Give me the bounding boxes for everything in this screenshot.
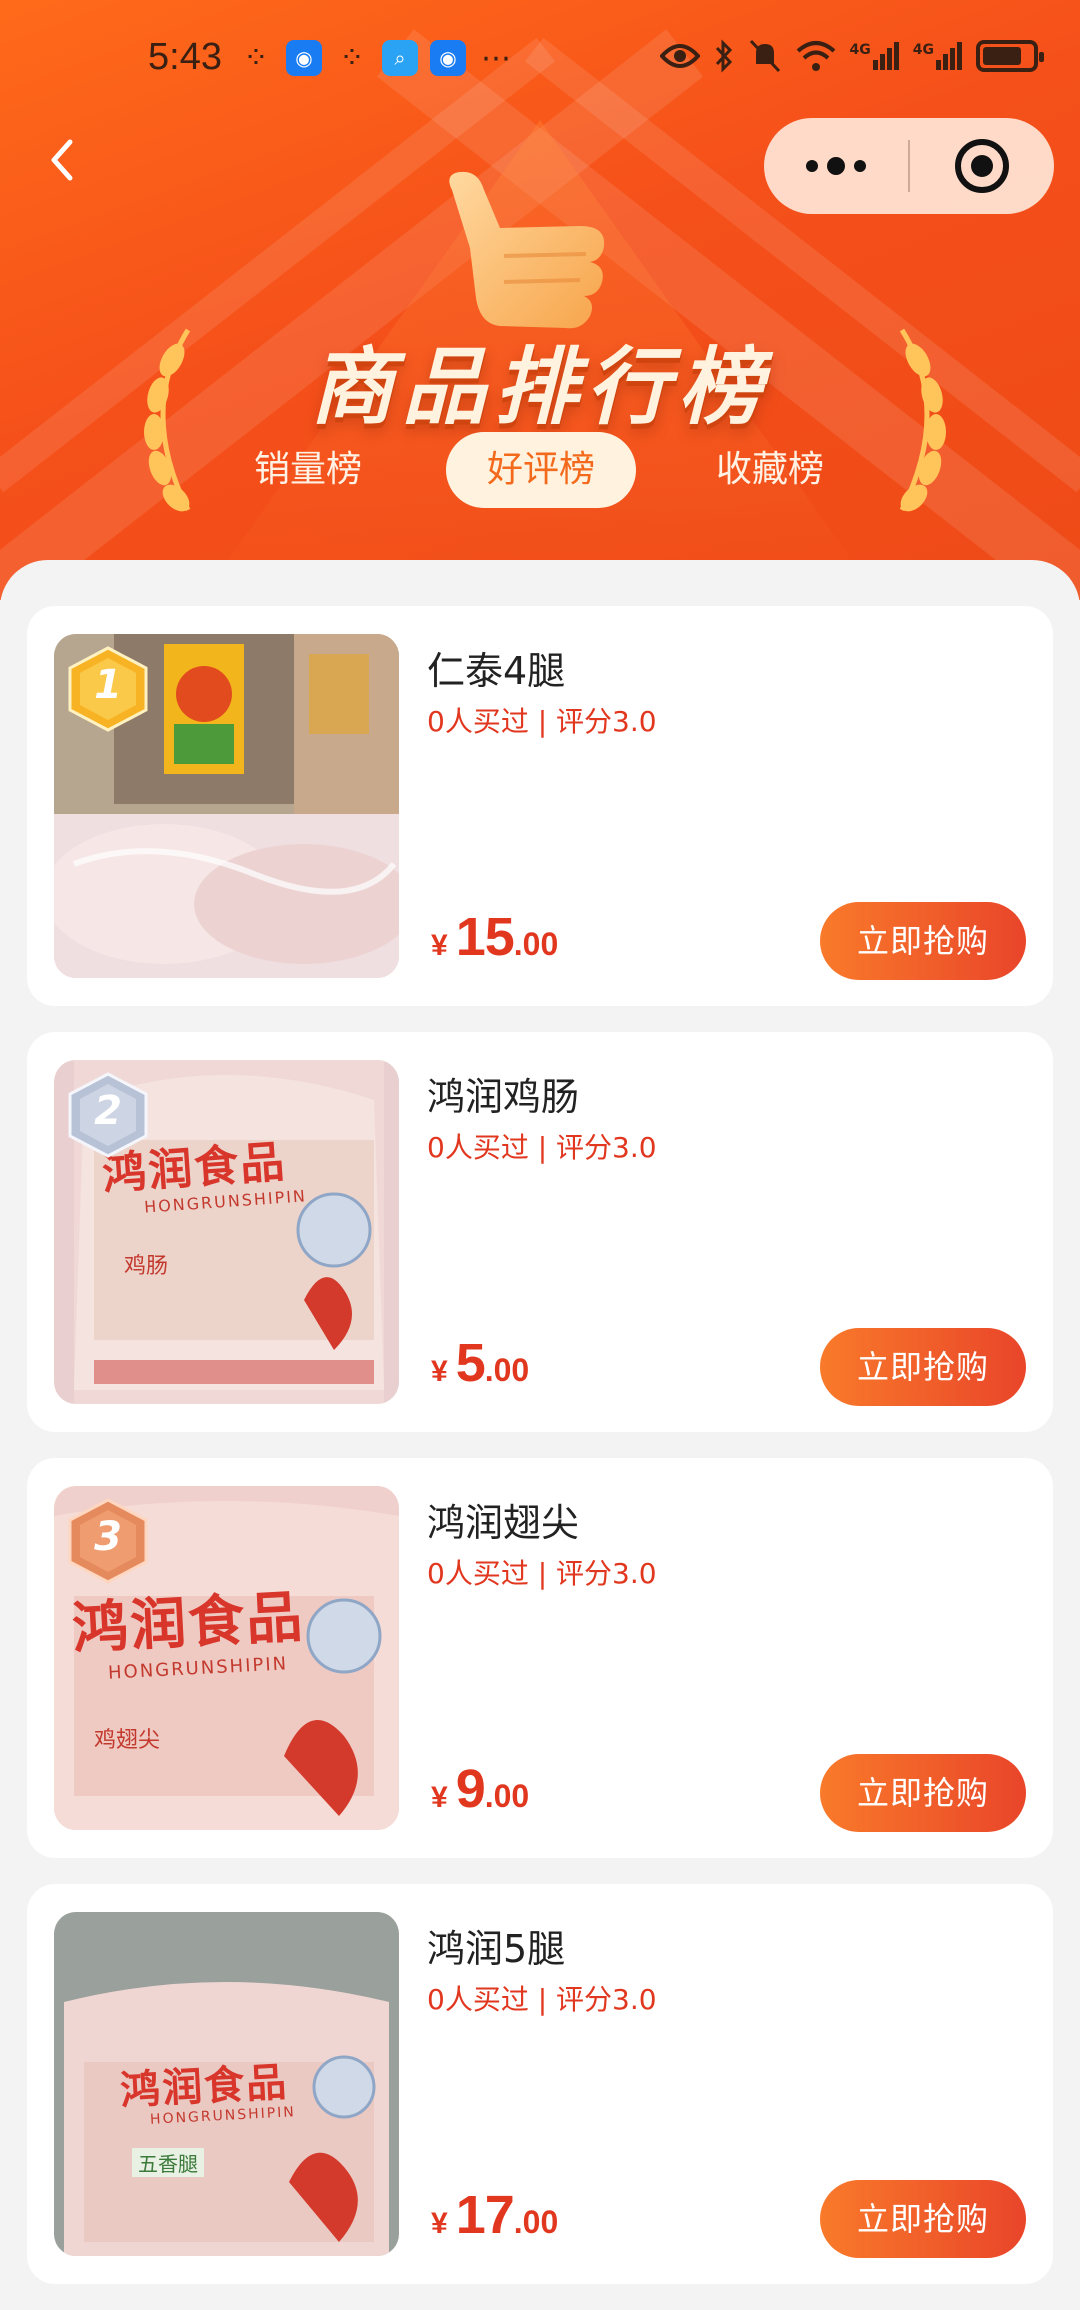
product-image[interactable]: 鸿润食品 HONGRUNSHIPIN 鸡翅尖 3 — [54, 1486, 399, 1830]
price-integer: 5 — [455, 1333, 486, 1393]
product-image[interactable]: 鸿润食品 HONGRUNSHIPIN 五香腿 — [54, 1912, 399, 2256]
app-grid-icon: ⁘ — [339, 40, 365, 76]
price-currency: ¥ — [431, 1355, 448, 1388]
product-image[interactable]: 1 — [54, 634, 399, 978]
rank-number: 2 — [94, 1088, 122, 1134]
price-currency: ¥ — [431, 2207, 448, 2240]
price-decimal: .00 — [484, 1778, 530, 1814]
back-icon — [51, 139, 73, 181]
header-banner: 5:43 ⁘ ◉ ⁘ ⌕ ◉ ⋯ 4G 4G 商品排行榜 销量榜 好评榜 收藏榜 — [0, 0, 1080, 600]
product-title[interactable]: 仁泰4腿 — [427, 640, 565, 695]
product-stats: 0人买过 | 评分3.0 — [427, 1131, 657, 1164]
buy-now-button[interactable]: 立即抢购 — [820, 902, 1026, 980]
buy-now-button[interactable]: 立即抢购 — [820, 1754, 1026, 1832]
product-title[interactable]: 鸿润5腿 — [427, 1918, 565, 1973]
product-card[interactable]: 鸿润食品 HONGRUNSHIPIN 五香腿 鸿润5腿 0人买过 | 评分3.0… — [27, 1884, 1053, 2284]
thumbs-up-icon — [449, 171, 605, 329]
price-currency: ¥ — [431, 1781, 448, 1814]
network-type-label: 4G — [912, 42, 934, 58]
app-notification-icon: ◉ — [430, 40, 466, 76]
close-target-icon — [955, 139, 1009, 193]
product-price: ¥ 15 .00 — [431, 906, 558, 968]
price-currency: ¥ — [431, 929, 448, 962]
product-card[interactable]: 鸿润食品 HONGRUNSHIPIN 鸡翅尖 3 鸿润翅尖 0人买过 | 评分3… — [27, 1458, 1053, 1858]
rank-number: 3 — [94, 1514, 122, 1560]
rank-number: 1 — [94, 662, 122, 708]
price-decimal: .00 — [513, 926, 559, 962]
wifi-icon — [796, 41, 835, 71]
product-stats: 0人买过 | 评分3.0 — [427, 1983, 657, 2016]
price-decimal: .00 — [513, 2204, 559, 2240]
package-item-label: 五香腿 — [132, 2148, 204, 2177]
price-integer: 9 — [455, 1759, 486, 1819]
product-price: ¥ 17 .00 — [431, 2184, 558, 2246]
product-card[interactable]: 鸿润食品 HONGRUNSHIPIN 鸡肠 2 鸿润鸡肠 0人买过 | 评分3.… — [27, 1032, 1053, 1432]
price-integer: 17 — [455, 2185, 515, 2245]
product-price: ¥ 9 .00 — [431, 1758, 529, 1820]
tab-sales-ranking[interactable]: 销量榜 — [228, 432, 388, 508]
product-stats: 0人买过 | 评分3.0 — [427, 1557, 657, 1590]
package-item-label: 鸡肠 — [124, 1254, 169, 1279]
network-type-label: 4G — [849, 42, 871, 58]
status-time: 5:43 — [148, 36, 222, 78]
product-list: 1 仁泰4腿 0人买过 | 评分3.0 ¥ 15 .00 立即抢购 鸿润食品 H… — [0, 560, 1080, 2310]
app-notification-icon: ◉ — [286, 40, 322, 76]
notification-icons: ⁘ ◉ ⁘ ⌕ ◉ ⋯ — [238, 40, 514, 76]
product-title[interactable]: 鸿润翅尖 — [427, 1492, 579, 1547]
product-image[interactable]: 鸿润食品 HONGRUNSHIPIN 鸡肠 2 — [54, 1060, 399, 1404]
tab-reviews-ranking[interactable]: 好评榜 — [446, 432, 636, 508]
price-decimal: .00 — [484, 1352, 530, 1388]
buy-now-button[interactable]: 立即抢购 — [820, 2180, 1026, 2258]
more-dots-icon — [806, 157, 866, 175]
battery-icon — [976, 40, 1044, 72]
close-mini-program-button[interactable] — [910, 118, 1054, 214]
bluetooth-icon — [715, 39, 732, 73]
ranking-tabs: 销量榜 好评榜 收藏榜 — [0, 432, 1080, 508]
mini-program-capsule — [764, 118, 1054, 214]
package-item-label: 鸡翅尖 — [94, 1728, 161, 1753]
mute-icon — [749, 39, 780, 73]
product-stats: 0人买过 | 评分3.0 — [427, 705, 657, 738]
product-price: ¥ 5 .00 — [431, 1332, 529, 1394]
eye-icon — [659, 44, 700, 68]
search-app-icon: ⌕ — [382, 40, 418, 76]
app-grid-icon: ⁘ — [243, 40, 269, 76]
buy-now-button[interactable]: 立即抢购 — [820, 1328, 1026, 1406]
price-integer: 15 — [455, 907, 515, 967]
product-title[interactable]: 鸿润鸡肠 — [427, 1066, 579, 1121]
page-title: 商品排行榜 — [309, 338, 770, 436]
more-button[interactable] — [764, 118, 908, 214]
product-card[interactable]: 1 仁泰4腿 0人买过 | 评分3.0 ¥ 15 .00 立即抢购 — [27, 606, 1053, 1006]
more-notifications-icon: ⋯ — [481, 40, 511, 76]
signal-icon: 4G — [850, 42, 899, 70]
tab-favorites-ranking[interactable]: 收藏榜 — [690, 432, 850, 508]
signal-icon: 4G — [913, 42, 962, 70]
system-icons: 4G 4G — [659, 38, 1044, 74]
status-bar: 5:43 ⁘ ◉ ⁘ ⌕ ◉ ⋯ 4G 4G — [0, 0, 1080, 120]
back-button[interactable] — [36, 130, 84, 190]
